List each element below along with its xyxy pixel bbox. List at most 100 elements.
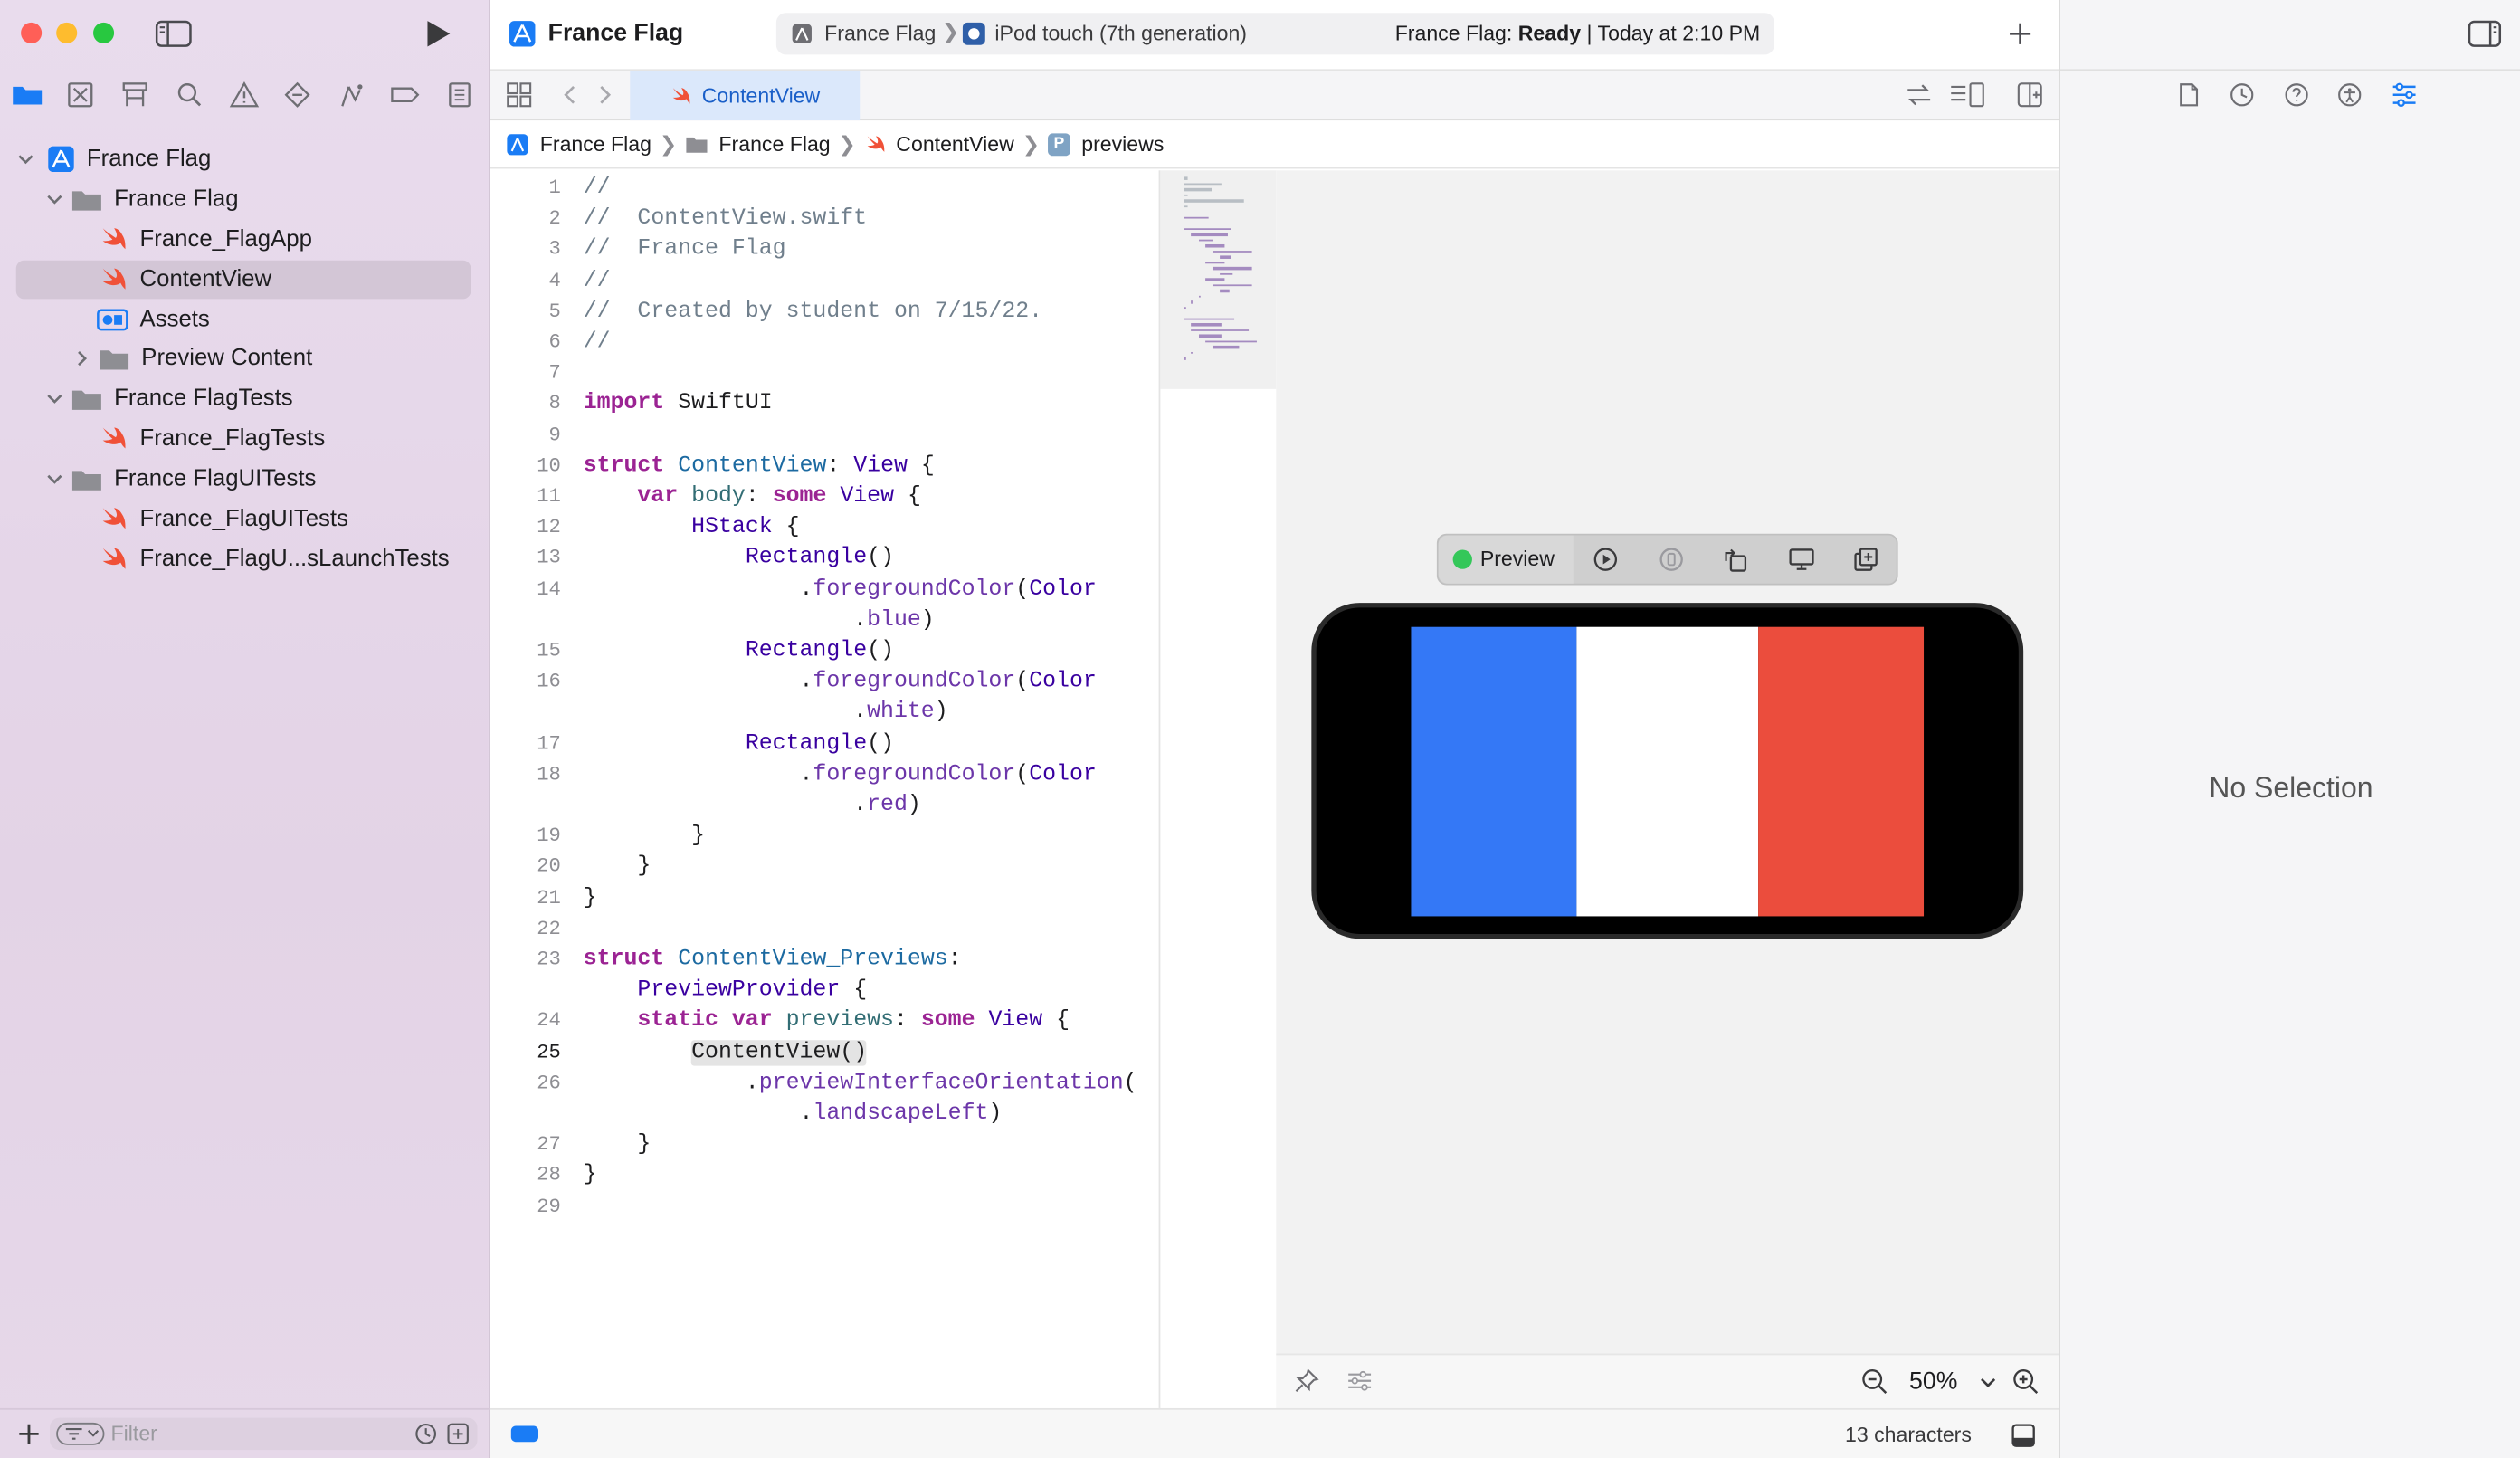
source-editor[interactable]: 1 // 2 // ContentView.swift 3 // France Flag 4…	[490, 170, 1159, 1408]
tree-item-file-selected[interactable]: ContentView	[15, 260, 471, 300]
chevron-down-icon[interactable]	[1978, 1373, 1997, 1392]
folder-icon[interactable]	[11, 81, 43, 110]
filter-field[interactable]: Filter	[50, 1417, 478, 1451]
source-control-icon[interactable]	[64, 81, 97, 110]
filter-options-icon[interactable]	[56, 1422, 105, 1445]
tree-item-file[interactable]: France_FlagApp	[16, 220, 471, 259]
code-line[interactable]: .foregroundColor(Color	[584, 762, 1096, 787]
code-line[interactable]: Rectangle()	[584, 546, 894, 571]
code-line[interactable]: }	[584, 885, 597, 910]
tree-item-group[interactable]: France FlagTests	[16, 379, 471, 418]
code-line[interactable]: //	[584, 268, 611, 293]
toggle-inspector-icon[interactable]	[2467, 19, 2502, 48]
code-line[interactable]: //	[584, 329, 611, 355]
code-line[interactable]: }	[584, 1132, 651, 1158]
tree-item-file[interactable]: France_FlagUITests	[16, 500, 471, 538]
pin-icon[interactable]	[1294, 1368, 1319, 1394]
code-line[interactable]: struct ContentView_Previews:	[584, 947, 962, 972]
zoom-out-icon[interactable]	[1861, 1368, 1888, 1396]
forward-icon[interactable]	[594, 83, 613, 106]
code-line[interactable]: HStack {	[584, 515, 799, 540]
close-window-button[interactable]	[21, 22, 43, 43]
device-settings-icon[interactable]	[1787, 547, 1816, 572]
warning-icon[interactable]	[228, 81, 261, 110]
test-diamond-icon[interactable]	[281, 81, 314, 110]
add-icon[interactable]	[16, 1421, 42, 1446]
add-editor-icon[interactable]	[2017, 82, 2042, 108]
file-inspector-icon[interactable]	[2176, 82, 2201, 108]
tree-item-file[interactable]: France_FlagTests	[16, 420, 471, 459]
code-line[interactable]: Rectangle()	[584, 638, 894, 663]
chevron-down-icon[interactable]	[16, 149, 35, 168]
run-icon[interactable]	[421, 18, 453, 51]
chevron-down-icon[interactable]	[45, 389, 64, 408]
editor-options-icon[interactable]	[1949, 82, 1984, 108]
adjustments-icon[interactable]	[1346, 1368, 1372, 1394]
scheme-icon[interactable]	[791, 23, 813, 45]
breadcrumb-item[interactable]: previews	[1081, 132, 1164, 157]
breadcrumb-item[interactable]: France Flag	[540, 132, 651, 157]
help-inspector-icon[interactable]	[2284, 82, 2309, 108]
tree-item-group[interactable]: Preview Content	[16, 339, 471, 378]
breakpoints-toggle-icon[interactable]	[510, 1425, 539, 1443]
back-icon[interactable]	[561, 83, 580, 106]
attributes-inspector-icon[interactable]	[2392, 82, 2417, 108]
related-items-icon[interactable]	[506, 82, 532, 108]
code-line[interactable]: // France Flag	[584, 237, 786, 262]
code-line[interactable]: //	[584, 176, 611, 201]
report-icon[interactable]	[443, 81, 476, 110]
rotate-icon[interactable]	[1723, 547, 1748, 572]
code-line[interactable]: .previewInterfaceOrientation(	[584, 1071, 1137, 1096]
code-line[interactable]: import SwiftUI	[584, 391, 773, 416]
code-line[interactable]: }	[584, 854, 651, 880]
tree-item-file[interactable]: France_FlagU...sLaunchTests	[16, 540, 471, 579]
code-line[interactable]: // Created by student on 7/15/22.	[584, 299, 1042, 324]
scheme-selector[interactable]: France Flag	[824, 21, 936, 45]
code-line[interactable]: struct ContentView: View {	[584, 453, 935, 479]
swap-editor-icon[interactable]	[1905, 82, 1934, 108]
recent-files-icon[interactable]	[414, 1423, 437, 1445]
chevron-down-icon[interactable]	[45, 190, 64, 209]
tree-item-project[interactable]: France Flag	[16, 140, 471, 179]
code-line[interactable]: static var previews: some View {	[584, 1008, 1070, 1034]
tree-item-assets[interactable]: Assets	[16, 300, 471, 339]
live-preview-icon[interactable]	[1593, 547, 1618, 572]
duplicate-preview-icon[interactable]	[1853, 547, 1878, 572]
source-control-filter-icon[interactable]	[447, 1423, 470, 1445]
breadcrumb-item[interactable]: ContentView	[896, 132, 1014, 157]
toggle-sidebar-icon[interactable]	[155, 19, 194, 48]
code-line[interactable]: }	[584, 824, 705, 849]
selectable-icon[interactable]	[1659, 547, 1684, 572]
code-line[interactable]: PreviewProvider {	[584, 977, 867, 1003]
zoom-window-button[interactable]	[93, 22, 115, 43]
preview-mode-button[interactable]: Preview	[1438, 535, 1574, 584]
symbol-icon[interactable]	[119, 81, 151, 110]
debug-area-toggle-icon[interactable]	[2011, 1423, 2036, 1448]
code-line[interactable]: // ContentView.swift	[584, 206, 867, 232]
tree-item-group[interactable]: France Flag	[16, 180, 471, 219]
history-inspector-icon[interactable]	[2230, 82, 2255, 108]
code-line[interactable]: .white)	[584, 700, 948, 725]
code-line[interactable]: ContentView()	[584, 1039, 868, 1065]
code-line[interactable]: Rectangle()	[584, 730, 894, 756]
tab-contentview[interactable]: ContentView	[630, 71, 861, 121]
run-destination-selector[interactable]: iPod touch (7th generation)	[994, 21, 1247, 45]
search-icon[interactable]	[174, 81, 206, 110]
zoom-in-icon[interactable]	[2012, 1368, 2040, 1396]
code-line[interactable]: .blue)	[584, 607, 935, 633]
debug-icon[interactable]	[336, 81, 368, 110]
code-line[interactable]: }	[584, 1163, 597, 1188]
tree-item-group[interactable]: France FlagUITests	[16, 460, 471, 499]
breakpoint-icon[interactable]	[389, 81, 422, 110]
code-line[interactable]: .foregroundColor(Color	[584, 577, 1096, 602]
accessibility-inspector-icon[interactable]	[2337, 82, 2363, 108]
chevron-right-icon[interactable]	[72, 348, 91, 367]
breadcrumb-item[interactable]: France Flag	[718, 132, 830, 157]
code-line[interactable]: .red)	[584, 793, 921, 818]
code-line[interactable]: .foregroundColor(Color	[584, 669, 1096, 694]
code-line[interactable]: var body: some View {	[584, 484, 920, 510]
minimize-window-button[interactable]	[56, 22, 78, 43]
chevron-down-icon[interactable]	[45, 470, 64, 489]
add-library-icon[interactable]	[2007, 21, 2032, 46]
minimap[interactable]	[1158, 170, 1277, 1408]
